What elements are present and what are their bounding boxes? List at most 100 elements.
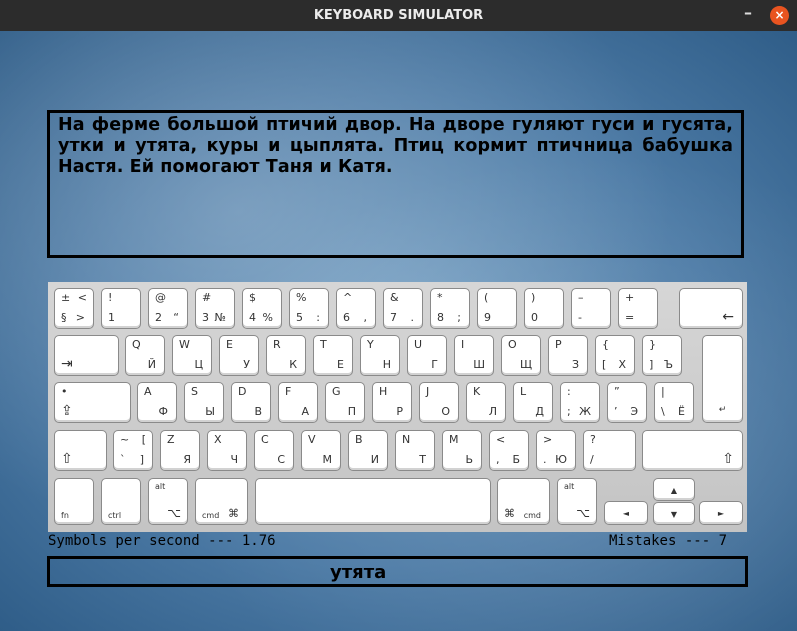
- key-label: %: [262, 311, 273, 324]
- key-h[interactable]: HР: [372, 382, 412, 423]
- key-label: 5: [296, 311, 303, 324]
- key-9[interactable]: (9: [477, 288, 517, 329]
- key-x[interactable]: XЧ: [207, 430, 247, 471]
- key-lalt[interactable]: alt ⌥: [148, 478, 188, 525]
- key-3[interactable]: #3 №: [195, 288, 235, 329]
- key-4[interactable]: $4%: [242, 288, 282, 329]
- key-capslock[interactable]: • ⇪: [54, 382, 131, 423]
- key-label: Z: [167, 433, 175, 446]
- key-enter[interactable]: ↵: [702, 335, 743, 423]
- key-j[interactable]: JО: [419, 382, 459, 423]
- key-label: Б: [512, 453, 520, 466]
- key-left[interactable]: ◄: [604, 501, 648, 525]
- key-d[interactable]: DВ: [231, 382, 271, 423]
- key-backslash[interactable]: | \ Ё: [654, 382, 694, 423]
- key-label: 4: [249, 311, 256, 324]
- key-s[interactable]: SЫ: [184, 382, 224, 423]
- key-equals[interactable]: + =: [618, 288, 658, 329]
- key-label: Ж: [579, 405, 591, 418]
- speed-stat: Symbols per second --- 1.76: [48, 533, 276, 549]
- key-backspace[interactable]: ←: [679, 288, 743, 329]
- typing-input[interactable]: утята: [47, 556, 748, 587]
- key-label: ~: [120, 433, 130, 446]
- key-tilde[interactable]: ± § < >: [54, 288, 94, 329]
- key-w[interactable]: WЦ: [172, 335, 212, 376]
- key-0[interactable]: ) 0: [524, 288, 564, 329]
- key-icon: ⌥: [576, 506, 590, 520]
- key-lcmd[interactable]: cmd ⌘: [195, 478, 248, 525]
- key-icon: ◄: [622, 509, 630, 518]
- key-period[interactable]: >. Ю: [536, 430, 576, 471]
- key-n[interactable]: NТ: [395, 430, 435, 471]
- key-icon: ⇥: [61, 356, 73, 372]
- key-l[interactable]: LД: [513, 382, 553, 423]
- key-icon: ▼: [670, 510, 678, 519]
- key-label: -: [578, 311, 582, 324]
- key-rbracket[interactable]: }] Ъ: [642, 335, 682, 376]
- key-label: D: [238, 385, 247, 398]
- key-y[interactable]: YН: [360, 335, 400, 376]
- key-a[interactable]: AФ: [137, 382, 177, 423]
- key-icon: ▲: [670, 486, 678, 495]
- key-6[interactable]: ^ 6,: [336, 288, 376, 329]
- key-label: –: [578, 291, 584, 304]
- key-label: Ю: [555, 453, 567, 466]
- key-space[interactable]: [255, 478, 491, 525]
- key-k[interactable]: KЛ: [466, 382, 506, 423]
- key-m[interactable]: MЬ: [442, 430, 482, 471]
- key-comma[interactable]: <, Б: [489, 430, 529, 471]
- key-label: Э: [630, 405, 638, 418]
- key-label: \: [661, 405, 665, 418]
- minimize-button[interactable]: –: [739, 5, 757, 24]
- key-label: cmd: [202, 511, 220, 520]
- key-semicolon[interactable]: :; Ж: [560, 382, 600, 423]
- key-label: ⌘: [504, 507, 515, 520]
- key-fn[interactable]: fn: [54, 478, 94, 525]
- key-label: /: [590, 453, 594, 466]
- key-lshift[interactable]: ⇧: [54, 430, 107, 471]
- key-b[interactable]: BИ: [348, 430, 388, 471]
- key-o[interactable]: OЩ: [501, 335, 541, 376]
- key-ctrl[interactable]: ctrl: [101, 478, 141, 525]
- key-f[interactable]: FА: [278, 382, 318, 423]
- key-ralt[interactable]: alt ⌥: [557, 478, 597, 525]
- key-i[interactable]: IШ: [454, 335, 494, 376]
- key-minus[interactable]: – -: [571, 288, 611, 329]
- key-label: alt: [155, 482, 166, 491]
- key-label: Ш: [473, 358, 485, 371]
- key-label: R: [273, 338, 281, 351]
- key-up[interactable]: ▲: [653, 478, 695, 501]
- title-bar: KEYBOARD SIMULATOR – ×: [0, 0, 797, 31]
- key-p[interactable]: PЗ: [548, 335, 588, 376]
- key-grave[interactable]: ~ ` []: [113, 430, 153, 471]
- key-label: N: [402, 433, 411, 446]
- key-c[interactable]: CС: [254, 430, 294, 471]
- key-right[interactable]: ►: [699, 501, 743, 525]
- key-v[interactable]: VМ: [301, 430, 341, 471]
- key-q[interactable]: QЙ: [125, 335, 165, 376]
- key-u[interactable]: UГ: [407, 335, 447, 376]
- key-g[interactable]: GП: [325, 382, 365, 423]
- key-8[interactable]: * 8;: [430, 288, 470, 329]
- key-rshift[interactable]: ⇧: [642, 430, 743, 471]
- key-t[interactable]: TЕ: [313, 335, 353, 376]
- key-slash[interactable]: ? /: [583, 430, 636, 471]
- key-label: S: [191, 385, 198, 398]
- key-r[interactable]: RК: [266, 335, 306, 376]
- key-e[interactable]: EУ: [219, 335, 259, 376]
- key-rcmd[interactable]: ⌘ cmd: [497, 478, 550, 525]
- key-label: L: [520, 385, 527, 398]
- key-lbracket[interactable]: {[Х: [595, 335, 635, 376]
- key-1[interactable]: ! 1: [101, 288, 141, 329]
- key-2[interactable]: @2 “: [148, 288, 188, 329]
- key-7[interactable]: & 7.: [383, 288, 423, 329]
- key-label: !: [108, 291, 113, 304]
- key-5[interactable]: % 5:: [289, 288, 329, 329]
- key-label: H: [379, 385, 388, 398]
- key-down[interactable]: ▼: [653, 502, 695, 525]
- close-button[interactable]: ×: [770, 6, 789, 25]
- key-quote[interactable]: ” ’ Э: [607, 382, 647, 423]
- key-tab[interactable]: ⇥: [54, 335, 119, 376]
- key-label: №: [214, 311, 226, 324]
- key-z[interactable]: ZЯ: [160, 430, 200, 471]
